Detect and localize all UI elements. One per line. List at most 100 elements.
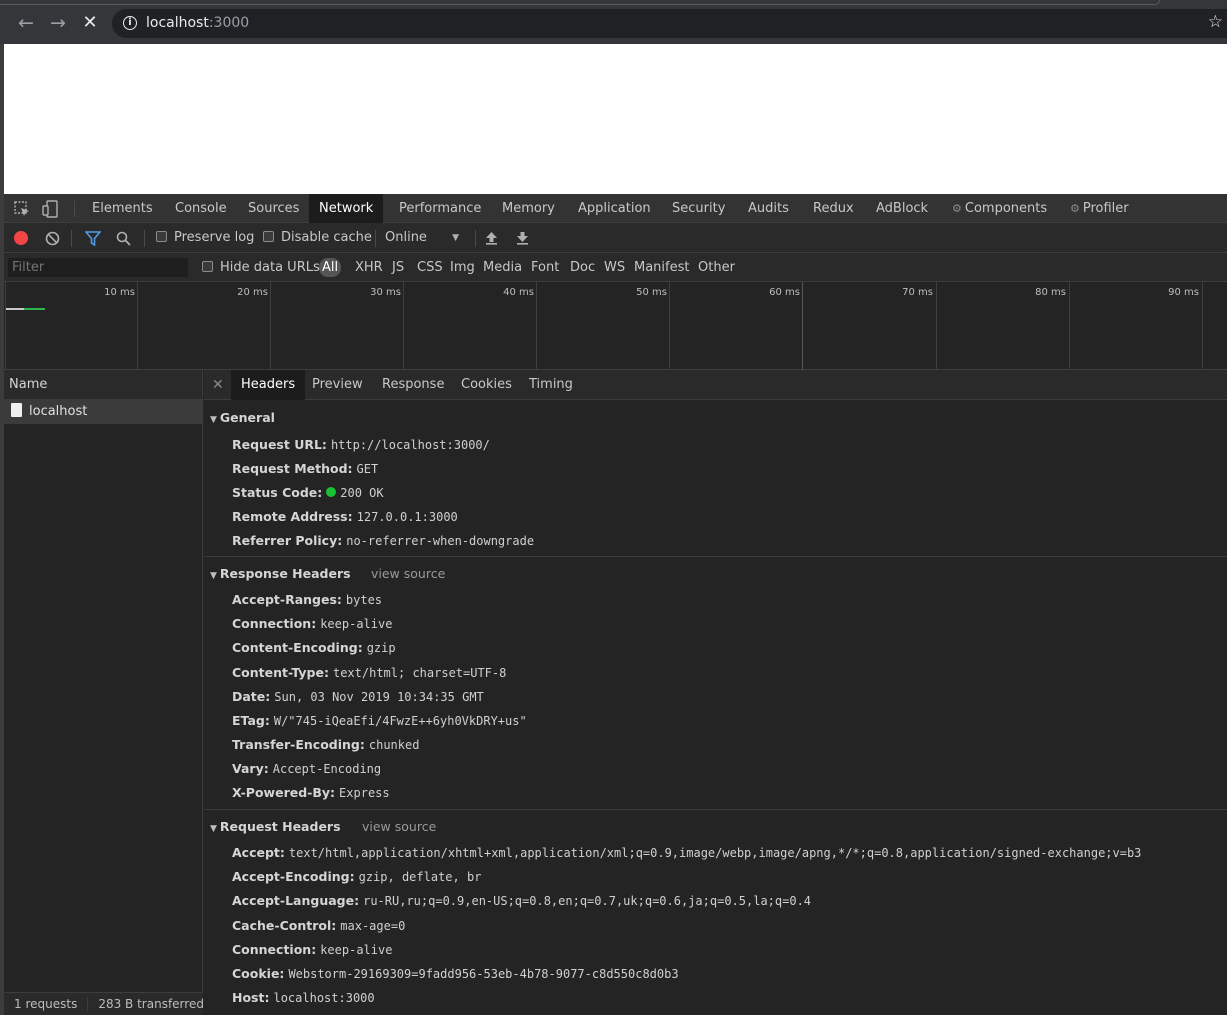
back-arrow-icon[interactable]: ← xyxy=(15,12,37,34)
checkbox-box[interactable] xyxy=(202,261,213,272)
header-value: gzip xyxy=(366,641,396,655)
preserve-log-checkbox[interactable]: Preserve log xyxy=(156,223,254,253)
header-row: Connection: keep-alive xyxy=(232,942,392,957)
header-row: Accept-Encoding: gzip, deflate, br xyxy=(232,869,481,884)
header-key: Vary: xyxy=(232,761,269,776)
tab-elements[interactable]: Elements xyxy=(82,194,163,223)
overview-tick-label: 10 ms xyxy=(104,287,135,298)
tab-application[interactable]: Application xyxy=(568,194,661,223)
request-row[interactable]: localhost xyxy=(4,400,202,424)
header-row: Request Method: GET xyxy=(232,461,378,476)
filter-type-other[interactable]: Other xyxy=(696,258,737,277)
star-icon[interactable]: ☆ xyxy=(1208,12,1223,32)
stop-icon[interactable]: ✕ xyxy=(79,12,101,34)
checkbox-box[interactable] xyxy=(156,231,167,242)
filter-type-doc[interactable]: Doc xyxy=(568,258,597,277)
header-row: Accept-Ranges: bytes xyxy=(232,592,382,607)
filter-type-manifest[interactable]: Manifest xyxy=(632,258,691,277)
header-key: Connection: xyxy=(232,616,317,631)
view-source-link[interactable]: view source xyxy=(362,819,436,834)
header-row: Accept-Language: ru-RU,ru;q=0.9,en-US;q=0… xyxy=(232,893,811,908)
tab-adblock[interactable]: AdBlock xyxy=(866,194,938,223)
header-value: chunked xyxy=(368,738,420,752)
checkbox-box[interactable] xyxy=(263,231,274,242)
hide-data-urls-checkbox[interactable]: Hide data URLs xyxy=(202,253,320,282)
tab-sources[interactable]: Sources xyxy=(238,194,309,223)
header-row: Date: Sun, 03 Nov 2019 10:34:35 GMT xyxy=(232,689,484,704)
response-headers-toggle[interactable]: ▼ Response Headers xyxy=(210,566,351,581)
general-section-toggle[interactable]: ▼ General xyxy=(210,410,275,425)
address-url[interactable]: localhost:3000 xyxy=(146,15,249,31)
tab-preview[interactable]: Preview xyxy=(302,370,373,400)
disable-cache-checkbox[interactable]: Disable cache xyxy=(263,223,372,253)
header-key: Cookie: xyxy=(232,966,285,981)
search-icon[interactable] xyxy=(116,231,131,246)
filter-type-js[interactable]: JS xyxy=(390,258,406,277)
filter-icon[interactable] xyxy=(85,231,101,246)
header-row: Host: localhost:3000 xyxy=(232,990,375,1005)
tab-timing[interactable]: Timing xyxy=(519,370,583,400)
filter-input[interactable] xyxy=(8,258,188,277)
filter-type-media[interactable]: Media xyxy=(481,258,524,277)
tab-redux[interactable]: Redux xyxy=(803,194,864,223)
tab-profiler[interactable]: ⚙ Profiler xyxy=(1060,194,1139,223)
header-key: Host: xyxy=(232,990,270,1005)
tab-cookies[interactable]: Cookies xyxy=(451,370,522,400)
filter-type-ws[interactable]: WS xyxy=(602,258,627,277)
disable-cache-label: Disable cache xyxy=(281,230,372,245)
device-toolbar-icon[interactable] xyxy=(41,200,59,218)
import-har-icon[interactable] xyxy=(485,231,498,245)
header-value: Sun, 03 Nov 2019 10:34:35 GMT xyxy=(274,690,484,704)
tab-security[interactable]: Security xyxy=(662,194,735,223)
request-headers-title: Request Headers xyxy=(219,819,341,834)
overview-gridline xyxy=(403,282,404,370)
filter-type-css[interactable]: CSS xyxy=(415,258,445,277)
header-row: Status Code: 200 OK xyxy=(232,485,384,500)
throttling-select[interactable]: Online ▼ xyxy=(385,223,463,253)
filter-type-xhr[interactable]: XHR xyxy=(353,258,385,277)
triangle-down-icon: ▼ xyxy=(210,824,217,834)
info-icon[interactable]: i xyxy=(123,16,137,30)
view-source-link[interactable]: view source xyxy=(371,566,445,581)
tab-console[interactable]: Console xyxy=(165,194,237,223)
overview-gridline xyxy=(270,282,271,370)
inspect-element-icon[interactable] xyxy=(13,200,31,218)
close-icon[interactable]: ✕ xyxy=(212,370,224,400)
header-value: Webstorm-29169309=9fadd956-53eb-4b78-907… xyxy=(288,967,679,981)
name-column-header[interactable]: Name xyxy=(4,370,202,400)
page-viewport[interactable] xyxy=(4,44,1227,194)
triangle-down-icon: ▼ xyxy=(210,571,217,581)
filter-type-font[interactable]: Font xyxy=(529,258,561,277)
record-icon[interactable] xyxy=(14,231,28,245)
request-headers-toggle[interactable]: ▼ Request Headers xyxy=(210,819,341,834)
tab-network[interactable]: Network xyxy=(309,194,384,223)
header-key: X-Powered-By: xyxy=(232,785,336,800)
header-row: Remote Address: 127.0.0.1:3000 xyxy=(232,509,458,524)
header-row: Cache-Control: max-age=0 xyxy=(232,918,405,933)
overview-gridline xyxy=(669,282,670,370)
header-row: Referrer Policy: no-referrer-when-downgra… xyxy=(232,533,534,548)
tab-performance[interactable]: Performance xyxy=(389,194,491,223)
overview-gridline xyxy=(802,282,803,370)
tab-audits[interactable]: Audits xyxy=(738,194,799,223)
header-key: Transfer-Encoding: xyxy=(232,737,365,752)
export-har-icon[interactable] xyxy=(516,231,529,245)
header-row: ETag: W/"745-iQeaEfi/4FwzE++6yh0VkDRY+us" xyxy=(232,713,527,728)
overview-gridline xyxy=(936,282,937,370)
tab-components[interactable]: ⚙ Components xyxy=(942,194,1057,223)
request-list: Name localhost 1 requests 283 B transferr… xyxy=(4,370,203,1015)
toolbar-separator xyxy=(71,230,72,247)
tab-headers[interactable]: Headers xyxy=(231,370,306,400)
overview-tick-label: 50 ms xyxy=(636,287,667,298)
forward-arrow-icon[interactable]: → xyxy=(47,12,69,34)
general-section: ▼ General Request URL: http://localhost:30… xyxy=(204,400,1227,557)
network-overview[interactable]: 10 ms 20 ms 30 ms 40 ms 50 ms 60 ms 70 m… xyxy=(4,282,1227,370)
status-ok-icon xyxy=(326,487,337,497)
header-value: no-referrer-when-downgrade xyxy=(346,534,535,548)
tab-memory[interactable]: Memory xyxy=(492,194,565,223)
filter-type-img[interactable]: Img xyxy=(448,258,477,277)
clear-icon[interactable] xyxy=(45,231,60,246)
tab-response[interactable]: Response xyxy=(372,370,454,400)
filter-type-all[interactable]: All xyxy=(319,258,342,277)
address-bar[interactable]: i localhost:3000 ☆ xyxy=(112,9,1227,38)
